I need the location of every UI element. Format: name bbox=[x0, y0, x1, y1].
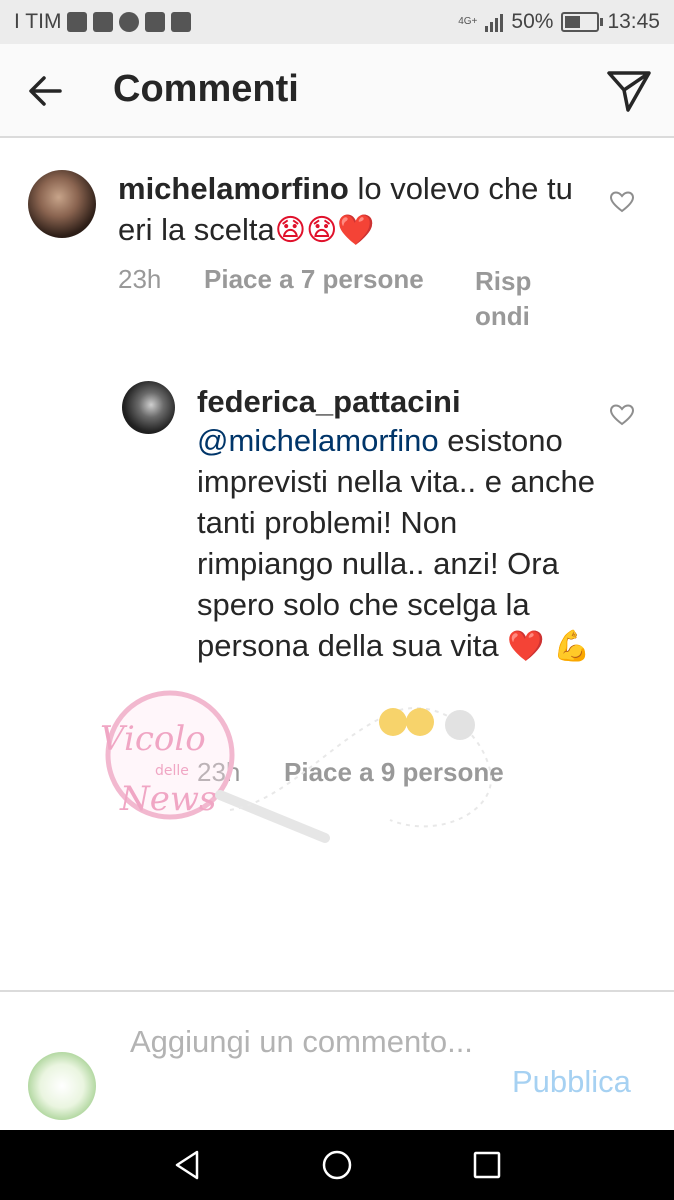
heart-outline-icon[interactable] bbox=[609, 190, 635, 214]
carrier-label: I TIM bbox=[14, 10, 62, 33]
system-nav-bar bbox=[0, 1130, 674, 1200]
nav-back-icon[interactable] bbox=[170, 1148, 204, 1182]
arrow-left-icon[interactable] bbox=[26, 72, 64, 110]
comment-emojis-trailing: 💪 bbox=[553, 630, 591, 663]
nav-recent-apps-icon[interactable] bbox=[470, 1148, 504, 1182]
watermark-line2: delle bbox=[155, 763, 189, 779]
clock: 13:45 bbox=[607, 10, 660, 33]
comment-text: esistono imprevisti nella vita.. e anche… bbox=[197, 423, 596, 663]
status-bar: I TIM 4G+ 50% 13:45 bbox=[0, 0, 674, 44]
publish-button[interactable]: Pubblica bbox=[512, 1064, 631, 1100]
mention-link[interactable]: @michelamorfino bbox=[197, 423, 439, 458]
avatar[interactable] bbox=[28, 170, 96, 238]
comment-time: 23h bbox=[197, 757, 241, 787]
whatsapp-icon bbox=[119, 12, 140, 32]
reply-button[interactable]: Risp ondi bbox=[475, 264, 545, 334]
facebook-icon bbox=[145, 12, 166, 32]
signal-icon bbox=[485, 12, 504, 32]
likes-count-link[interactable]: Piace a 7 persone bbox=[204, 264, 424, 295]
watermark-line1: Vicolo bbox=[100, 719, 206, 759]
comment-username[interactable]: michelamorfino bbox=[118, 171, 349, 206]
network-type: 4G+ bbox=[458, 16, 478, 27]
comment-body: michelamorfino lo volevo che tu eri la s… bbox=[118, 168, 588, 251]
comment-body: @michelamorfino esistono imprevisti nell… bbox=[197, 420, 597, 667]
nav-home-icon[interactable] bbox=[320, 1148, 354, 1182]
battery-icon bbox=[561, 12, 604, 32]
comment-input[interactable] bbox=[130, 1022, 490, 1112]
likes-count-link[interactable]: Piace a 9 persone bbox=[284, 757, 504, 788]
heart-outline-icon[interactable] bbox=[609, 403, 635, 427]
comment-emojis: 😧😧❤️ bbox=[274, 214, 375, 247]
comments-header: Commenti bbox=[0, 44, 674, 138]
comment-username[interactable]: federica_pattacini bbox=[197, 381, 461, 422]
heart-rate-icon bbox=[67, 12, 88, 32]
comment-emojis: ❤️ bbox=[507, 630, 545, 663]
paper-plane-icon[interactable] bbox=[606, 68, 652, 114]
battery-percent: 50% bbox=[511, 10, 554, 33]
apps-icon bbox=[93, 12, 114, 32]
sd-card-icon bbox=[171, 12, 192, 32]
my-avatar bbox=[28, 1052, 96, 1120]
comment-composer: Pubblica bbox=[0, 990, 674, 1132]
avatar[interactable] bbox=[122, 381, 175, 434]
comment-time: 23h bbox=[118, 264, 162, 294]
page-title: Commenti bbox=[113, 68, 299, 110]
